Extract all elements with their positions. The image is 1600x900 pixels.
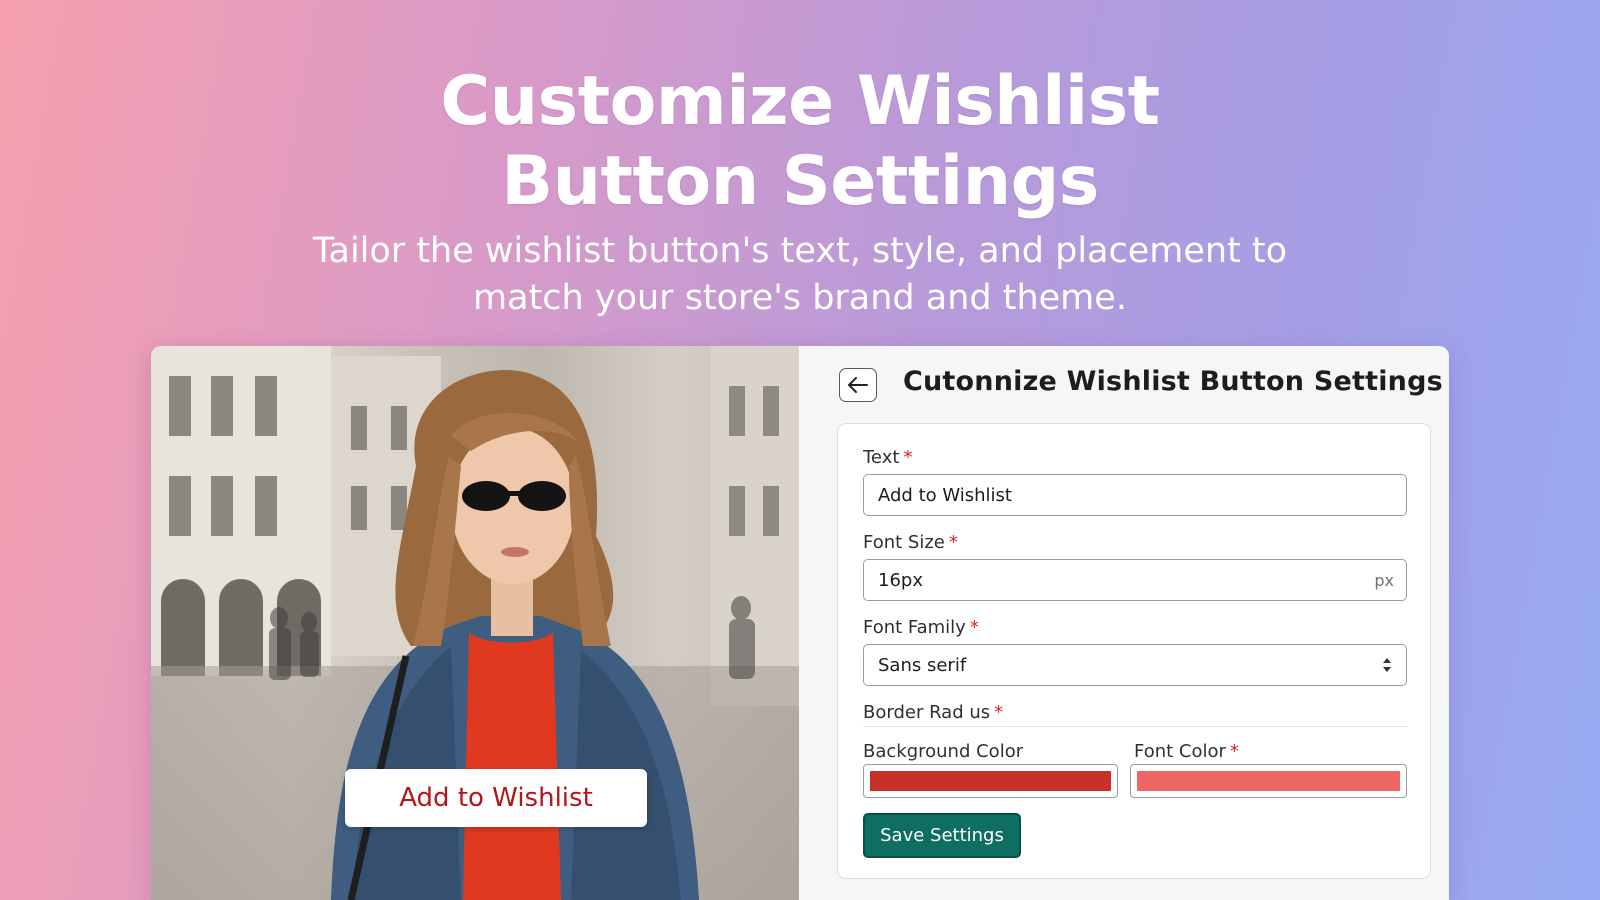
- font-size-label-text: Font Size: [863, 532, 945, 553]
- required-mark: *: [1229, 741, 1239, 762]
- border-radius-label-text: Border Rad us: [863, 702, 991, 723]
- arrow-left-icon: [848, 377, 868, 393]
- background-color-picker[interactable]: [863, 764, 1118, 798]
- font-size-input[interactable]: 16px px: [863, 559, 1407, 601]
- save-settings-button[interactable]: Save Settings: [863, 813, 1021, 858]
- hero-subtitle: Tailor the wishlist button's text, style…: [0, 228, 1600, 322]
- required-mark: *: [948, 532, 958, 553]
- font-color-label: Font Color *: [1134, 741, 1239, 762]
- background-color-label: Background Color: [863, 741, 1024, 762]
- font-family-select-value: Sans serif: [878, 654, 967, 676]
- font-family-select[interactable]: Sans serif: [863, 644, 1407, 686]
- font-family-label: Font Family *: [863, 617, 979, 638]
- text-label-text: Text: [863, 447, 900, 468]
- text-input[interactable]: Add to Wishlist: [863, 474, 1407, 516]
- settings-form-card: Text * Add to Wishlist Font Size * 16px px…: [837, 423, 1431, 879]
- font-size-input-value: 16px: [878, 569, 923, 591]
- settings-panel: Cutonnize Wishlist Button Settings Text *…: [799, 346, 1449, 900]
- hero-title-line-1: Customize Wishlist: [440, 62, 1160, 141]
- text-field-label: Text *: [863, 447, 912, 468]
- font-color-label-text: Font Color: [1134, 741, 1226, 762]
- settings-showcase: Add to Wishlist Cutonnize Wishlist Butto…: [151, 346, 1449, 900]
- divider: [863, 726, 1407, 727]
- hero-subtitle-line-1: Tailor the wishlist button's text, style…: [312, 231, 1288, 271]
- panel-title: Cutonnize Wishlist Button Settings: [903, 366, 1443, 397]
- background-color-swatch: [870, 771, 1111, 791]
- border-radius-label: Border Rad us *: [863, 702, 1003, 723]
- wishlist-button-preview[interactable]: Add to Wishlist: [345, 769, 647, 827]
- hero-subtitle-line-2: match your store's brand and theme.: [473, 278, 1127, 318]
- font-size-label: Font Size *: [863, 532, 958, 553]
- font-family-label-text: Font Family: [863, 617, 966, 638]
- select-updown-icon: [1383, 658, 1391, 672]
- font-color-picker[interactable]: [1130, 764, 1407, 798]
- required-mark: *: [903, 447, 913, 468]
- required-mark: *: [969, 617, 979, 638]
- back-button[interactable]: [839, 368, 877, 402]
- font-size-suffix: px: [1374, 570, 1394, 590]
- required-mark: *: [994, 702, 1004, 723]
- product-photo: Add to Wishlist: [151, 346, 799, 900]
- text-input-value: Add to Wishlist: [878, 484, 1012, 506]
- hero-title-line-2: Button Settings: [501, 142, 1099, 221]
- font-color-swatch: [1137, 771, 1400, 791]
- hero-title: Customize Wishlist Button Settings: [0, 62, 1600, 222]
